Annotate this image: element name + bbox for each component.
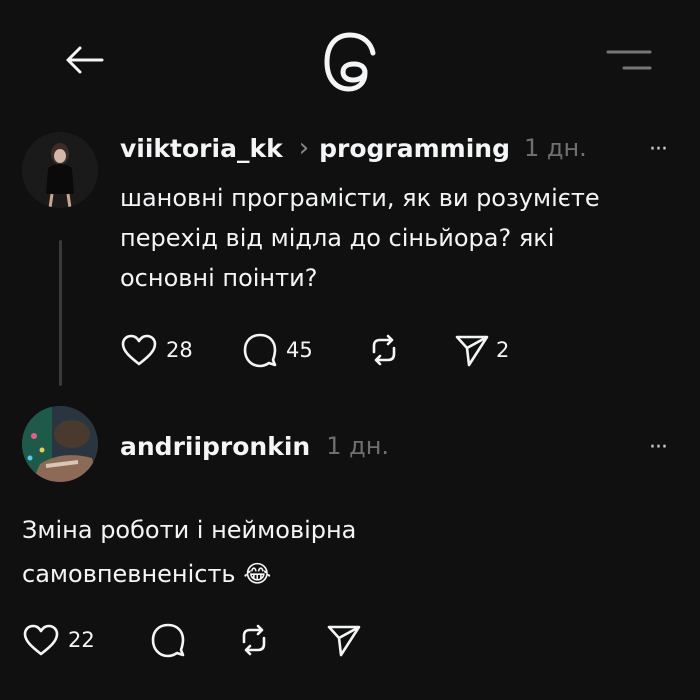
reply-repost-button[interactable] xyxy=(236,620,272,660)
reply-avatar-image xyxy=(22,406,98,482)
post-time: 1 дн. xyxy=(523,134,587,162)
back-button[interactable] xyxy=(60,38,108,82)
send-icon xyxy=(455,335,489,367)
avatar-image xyxy=(22,132,98,208)
comment-count: 45 xyxy=(286,338,313,362)
reply-header: andriipronkin 1 дн. xyxy=(120,428,389,464)
comment-icon xyxy=(151,623,185,658)
post-actions: 28 45 2 xyxy=(120,330,540,370)
avatar[interactable] xyxy=(22,132,98,208)
arrow-left-icon xyxy=(66,46,104,74)
threads-logo-icon xyxy=(324,32,376,92)
post-more-button[interactable]: ··· xyxy=(636,134,680,164)
reply-like-count: 22 xyxy=(68,628,95,652)
repost-icon xyxy=(242,624,266,656)
menu-icon xyxy=(606,50,652,70)
reply-more-button[interactable]: ··· xyxy=(636,432,680,462)
repost-icon xyxy=(372,334,396,366)
post-header: viiktoria_kk › programming 1 дн. xyxy=(120,130,587,166)
more-icon: ··· xyxy=(649,136,668,162)
threads-logo[interactable] xyxy=(318,30,382,94)
reply-time: 1 дн. xyxy=(326,432,390,460)
reply-avatar[interactable] xyxy=(22,406,98,482)
more-icon: ··· xyxy=(649,434,668,460)
community-link[interactable]: programming xyxy=(319,134,510,163)
repost-button[interactable] xyxy=(366,330,402,370)
post-text-line: основні поінти? xyxy=(120,264,318,292)
share-button[interactable]: 2 xyxy=(454,330,509,370)
reply-username[interactable]: andriipronkin xyxy=(120,432,310,461)
reply-share-button[interactable] xyxy=(326,620,362,660)
reply-text-line: Зміна роботи і неймовірна xyxy=(22,516,357,544)
post-text-line: шановні програмісти, як ви розумієте xyxy=(120,184,600,212)
post-text: шановні програмісти, як ви розумієте пер… xyxy=(120,178,690,298)
reply-actions: 22 xyxy=(22,620,382,660)
menu-button[interactable] xyxy=(604,44,654,76)
comment-button[interactable]: 45 xyxy=(242,330,313,370)
reply-text: Зміна роботи і неймовірна самовпевненіст… xyxy=(22,508,662,596)
comment-icon xyxy=(243,333,277,368)
like-button[interactable]: 28 xyxy=(120,330,193,370)
like-count: 28 xyxy=(166,338,193,362)
post-text-line: перехід від мідла до сіньйора? які xyxy=(120,224,555,252)
chevron-right-icon: › xyxy=(298,133,310,163)
reply-text-line: самовпевненість 😂 xyxy=(22,560,272,588)
post-username[interactable]: viiktoria_kk xyxy=(120,134,283,163)
send-icon xyxy=(327,625,361,657)
share-count: 2 xyxy=(496,338,510,362)
thread-line xyxy=(59,240,62,386)
heart-icon xyxy=(121,334,157,366)
heart-icon xyxy=(23,624,59,656)
reply-comment-button[interactable] xyxy=(150,620,186,660)
reply-like-button[interactable]: 22 xyxy=(22,620,95,660)
